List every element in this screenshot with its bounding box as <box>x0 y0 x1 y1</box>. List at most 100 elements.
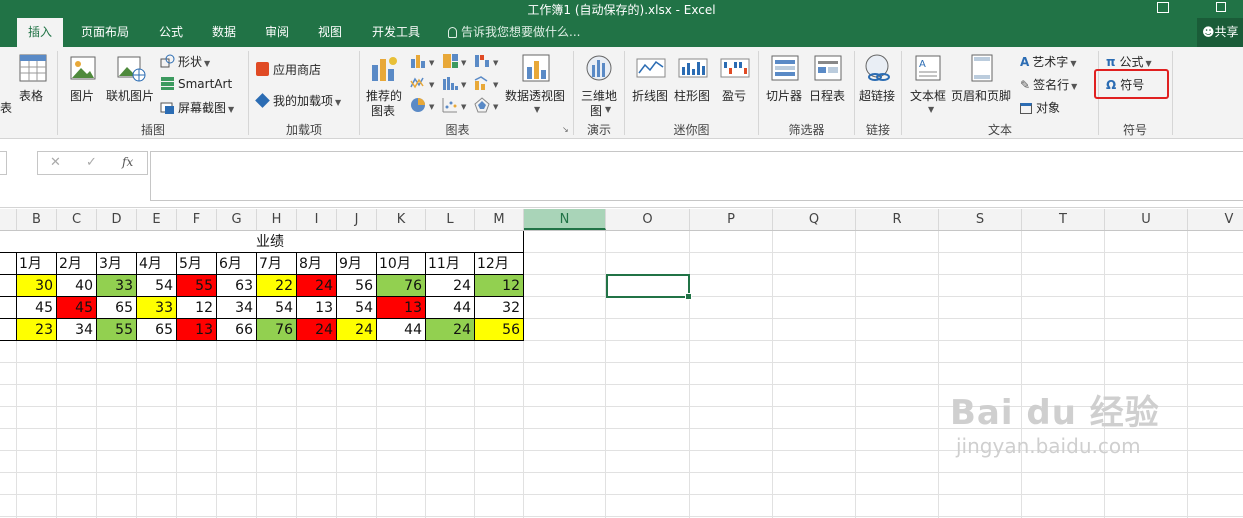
column-header-b[interactable]: B <box>17 209 57 230</box>
tab-developer[interactable]: 开发工具 <box>362 18 430 47</box>
data-cell[interactable]: 32 <box>475 297 524 319</box>
scatter-chart-icon[interactable]: ▼ <box>442 97 470 113</box>
month-header-cell[interactable]: 3月 <box>97 253 137 275</box>
data-cell[interactable]: 33 <box>137 297 177 319</box>
tab-insert[interactable]: 插入 <box>17 18 63 47</box>
column-header-q[interactable]: Q <box>773 209 856 230</box>
data-cell[interactable]: 24 <box>337 319 377 341</box>
object-button[interactable]: 对象 <box>1020 99 1060 116</box>
column-header-h[interactable]: H <box>257 209 297 230</box>
data-cell[interactable]: 56 <box>337 275 377 297</box>
data-cell[interactable]: 24 <box>426 319 475 341</box>
month-header-cell[interactable]: 7月 <box>257 253 297 275</box>
data-cell[interactable]: 45 <box>17 297 57 319</box>
cell-a-partial[interactable] <box>0 253 17 275</box>
column-header-o[interactable]: O <box>606 209 690 230</box>
statistic-chart-icon[interactable]: ▼ <box>442 75 470 91</box>
fill-handle[interactable] <box>685 293 692 300</box>
data-cell[interactable]: 66 <box>217 319 257 341</box>
column-header-c[interactable]: C <box>57 209 97 230</box>
tab-data[interactable]: 数据 <box>203 18 245 47</box>
table-title-cell[interactable]: 业绩 <box>0 231 524 253</box>
month-header-cell[interactable]: 9月 <box>337 253 377 275</box>
data-cell[interactable]: 54 <box>137 275 177 297</box>
data-cell[interactable]: 24 <box>297 319 337 341</box>
data-cell[interactable]: 44 <box>426 297 475 319</box>
smartart-button[interactable]: SmartArt <box>160 76 232 91</box>
data-cell[interactable]: 55 <box>177 275 217 297</box>
column-header-t[interactable]: T <box>1022 209 1105 230</box>
tab-formulas[interactable]: 公式 <box>150 18 192 47</box>
column-header-l[interactable]: L <box>426 209 475 230</box>
data-cell[interactable]: 13 <box>177 319 217 341</box>
hierarchy-chart-icon[interactable]: ▼ <box>442 53 470 69</box>
data-cell[interactable]: 76 <box>257 319 297 341</box>
restore-icon[interactable] <box>1216 2 1226 12</box>
column-header-f[interactable]: F <box>177 209 217 230</box>
signature-line-button[interactable]: ✎ 签名行 ▼ <box>1020 76 1077 93</box>
column-header-r[interactable]: R <box>856 209 939 230</box>
store-button[interactable]: 应用商店 <box>256 61 321 78</box>
month-header-cell[interactable]: 8月 <box>297 253 337 275</box>
name-box[interactable] <box>0 151 7 175</box>
month-header-cell[interactable]: 5月 <box>177 253 217 275</box>
column-header-partial[interactable] <box>0 209 17 230</box>
worksheet-grid[interactable]: 业绩 1月 2月 3月 4月 5月 6月 7月 8月 9月 10月 11月 12月 30 40 33 54 55 6… <box>0 231 1243 518</box>
month-header-cell[interactable]: 6月 <box>217 253 257 275</box>
data-cell[interactable]: 24 <box>297 275 337 297</box>
month-header-cell[interactable]: 11月 <box>426 253 475 275</box>
column-header-n[interactable]: N <box>524 209 606 230</box>
wordart-button[interactable]: A 艺术字 ▼ <box>1020 53 1076 70</box>
data-cell[interactable]: 23 <box>17 319 57 341</box>
data-cell[interactable]: 12 <box>177 297 217 319</box>
column-header-s[interactable]: S <box>939 209 1022 230</box>
table-partial-label[interactable]: 表 <box>0 99 12 116</box>
tab-view[interactable]: 视图 <box>309 18 351 47</box>
month-header-cell[interactable]: 10月 <box>377 253 426 275</box>
enter-icon[interactable]: ✓ <box>86 155 97 170</box>
data-cell[interactable]: 22 <box>257 275 297 297</box>
ribbon-display-icon[interactable] <box>1157 2 1169 13</box>
data-cell[interactable]: 63 <box>217 275 257 297</box>
month-header-cell[interactable]: 1月 <box>17 253 57 275</box>
equation-button[interactable]: π 公式 ▼ <box>1106 53 1152 70</box>
data-cell[interactable]: 45 <box>57 297 97 319</box>
data-cell[interactable]: 65 <box>97 297 137 319</box>
cell-a-partial[interactable] <box>0 275 17 297</box>
line-chart-icon[interactable]: ▼ <box>410 75 438 91</box>
column-header-v[interactable]: V <box>1188 209 1243 230</box>
column-header-k[interactable]: K <box>377 209 426 230</box>
cancel-icon[interactable]: ✕ <box>50 155 61 170</box>
column-header-u[interactable]: U <box>1105 209 1188 230</box>
data-cell[interactable]: 24 <box>426 275 475 297</box>
shapes-button[interactable]: 形状 ▼ <box>160 53 210 70</box>
data-cell[interactable]: 13 <box>297 297 337 319</box>
month-header-cell[interactable]: 2月 <box>57 253 97 275</box>
pie-chart-icon[interactable]: ▼ <box>410 97 438 113</box>
column-header-i[interactable]: I <box>297 209 337 230</box>
screenshot-button[interactable]: 屏幕截图 ▼ <box>160 99 234 116</box>
column-header-p[interactable]: P <box>690 209 773 230</box>
data-cell[interactable]: 65 <box>137 319 177 341</box>
column-header-m[interactable]: M <box>475 209 524 230</box>
radar-chart-icon[interactable]: ▼ <box>474 97 502 113</box>
data-cell[interactable]: 76 <box>377 275 426 297</box>
column-header-d[interactable]: D <box>97 209 137 230</box>
data-cell[interactable]: 44 <box>377 319 426 341</box>
column-chart-icon[interactable]: ▼ <box>410 53 438 69</box>
data-cell[interactable]: 56 <box>475 319 524 341</box>
column-header-j[interactable]: J <box>337 209 377 230</box>
data-cell[interactable]: 40 <box>57 275 97 297</box>
cell-a-partial[interactable] <box>0 297 17 319</box>
column-header-e[interactable]: E <box>137 209 177 230</box>
formula-input[interactable] <box>150 151 1243 201</box>
month-header-cell[interactable]: 4月 <box>137 253 177 275</box>
data-cell[interactable]: 34 <box>57 319 97 341</box>
data-cell[interactable]: 54 <box>337 297 377 319</box>
cell-a-partial[interactable] <box>0 319 17 341</box>
tab-review[interactable]: 审阅 <box>256 18 298 47</box>
data-cell[interactable]: 54 <box>257 297 297 319</box>
charts-dialog-launcher-icon[interactable]: ↘ <box>562 125 569 134</box>
tell-me-box[interactable]: 告诉我您想要做什么... <box>448 18 580 47</box>
waterfall-chart-icon[interactable]: ▼ <box>474 53 502 69</box>
